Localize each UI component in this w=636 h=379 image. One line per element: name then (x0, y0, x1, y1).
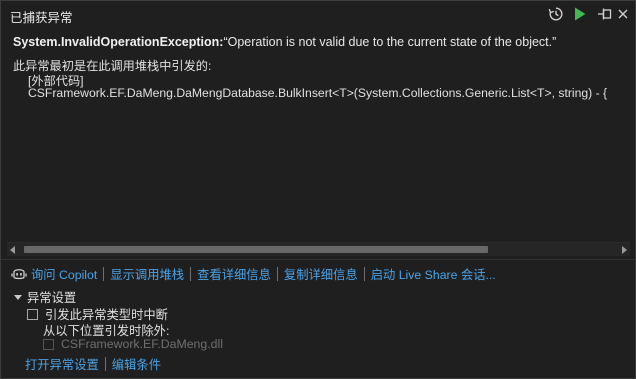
scroll-right-icon[interactable] (622, 246, 627, 254)
link-separator (363, 267, 365, 281)
exception-message: “Operation is not valid due to the curre… (223, 35, 557, 49)
collapse-caret-icon[interactable] (14, 294, 22, 300)
call-stack-frame: CSFramework.EF.DaMeng.DaMengDatabase.Bul… (28, 86, 608, 100)
link-separator (276, 267, 278, 281)
continue-button[interactable] (572, 5, 588, 23)
exception-helper-window: 已捕获异常 System.InvalidOperationException:“… (0, 0, 636, 379)
edit-conditions-link[interactable]: 编辑条件 (112, 355, 161, 373)
history-button[interactable] (547, 5, 565, 23)
close-icon (618, 9, 628, 19)
exception-type: System.InvalidOperationException: (13, 35, 224, 49)
module-exception-row: CSFramework.EF.DaMeng.dll (43, 337, 223, 351)
break-when-thrown-checkbox[interactable] (27, 308, 38, 320)
horizontal-scrollbar[interactable] (7, 242, 630, 256)
copilot-icon (11, 267, 27, 281)
exception-settings-header[interactable]: 异常设置 (14, 288, 76, 306)
action-links: 询问 Copilot 显示调用堆栈 查看详细信息 复制详细信息 启动 Live … (11, 265, 496, 283)
scroll-left-icon[interactable] (10, 246, 15, 254)
pin-button[interactable] (597, 5, 613, 23)
scrollbar-thumb[interactable] (24, 246, 488, 253)
show-call-stack-link[interactable]: 显示调用堆栈 (110, 265, 184, 283)
continue-icon (575, 7, 586, 21)
open-exception-settings-link[interactable]: 打开异常设置 (25, 355, 99, 373)
divider (1, 259, 635, 260)
window-title: 已捕获异常 (10, 11, 73, 25)
start-live-share-link[interactable]: 启动 Live Share 会话... (371, 265, 496, 283)
link-separator (190, 267, 192, 281)
module-checkbox (43, 338, 54, 350)
exception-settings-title: 异常设置 (27, 291, 77, 305)
link-separator (104, 357, 106, 371)
exception-headline: System.InvalidOperationException:“Operat… (13, 35, 556, 49)
call-stack-box[interactable]: 此异常最初是在此调用堆栈中引发的: [外部代码] CSFramework.EF.… (7, 53, 630, 257)
module-name: CSFramework.EF.DaMeng.dll (61, 337, 223, 351)
view-details-link[interactable]: 查看详细信息 (197, 265, 271, 283)
settings-links: 打开异常设置 编辑条件 (25, 355, 161, 373)
title-bar: 已捕获异常 (1, 1, 635, 28)
pin-icon (598, 8, 612, 20)
close-button[interactable] (615, 5, 631, 23)
history-icon (548, 7, 563, 21)
copy-details-link[interactable]: 复制详细信息 (284, 265, 358, 283)
link-separator (103, 267, 105, 281)
ask-copilot-link[interactable]: 询问 Copilot (31, 265, 97, 283)
